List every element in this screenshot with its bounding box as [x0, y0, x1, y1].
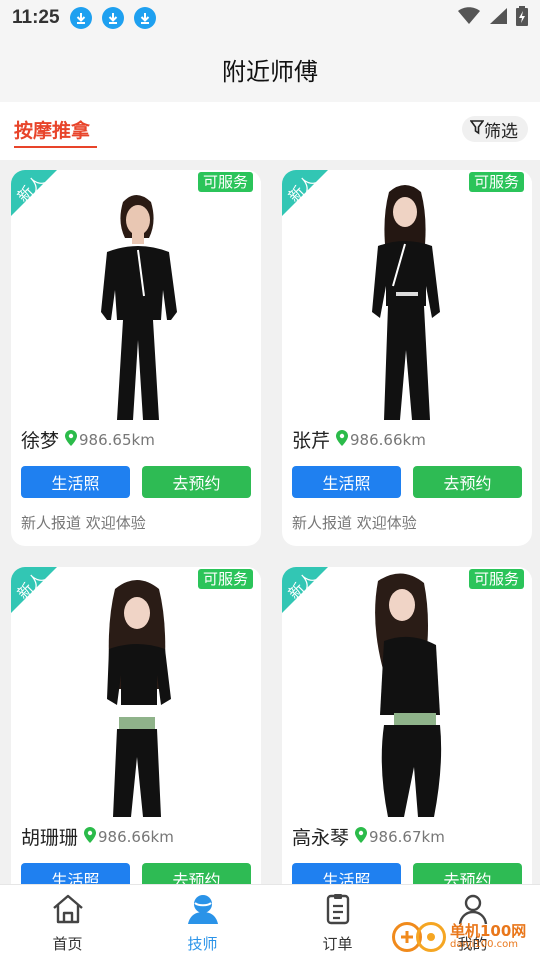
- location-pin-icon: [355, 826, 368, 847]
- life-photo-button[interactable]: 生活照: [292, 466, 401, 498]
- technician-photo[interactable]: 新人 可服务: [11, 170, 261, 420]
- technician-name-row: 胡珊珊 986.66km: [21, 823, 174, 850]
- technician-name-row: 高永琴 986.67km: [292, 823, 445, 850]
- technician-name: 徐梦: [21, 430, 60, 452]
- technician-card[interactable]: 新人 可服务 张芹 986.66km 生活照 去预约 新人报道 欢迎体验: [282, 170, 532, 546]
- technician-card[interactable]: 新人 可服务 徐梦 986.65km 生活照 去预约 新人报道 欢迎体验: [11, 170, 261, 546]
- wifi-icon: [458, 7, 480, 29]
- app-header: 附近师傅: [0, 36, 540, 102]
- technician-distance: 986.67km: [369, 827, 445, 846]
- nav-technician[interactable]: 技师: [135, 885, 270, 960]
- technician-name-row: 张芹 986.66km: [292, 426, 426, 453]
- page-title: 附近师傅: [222, 57, 318, 86]
- technician-photo[interactable]: 新人 可服务: [282, 170, 532, 420]
- watermark: 单机100网 danji100.com: [392, 914, 540, 960]
- category-tabbar: 按摩推拿 筛选: [0, 102, 540, 160]
- available-badge: 可服务: [468, 172, 524, 192]
- technician-photo[interactable]: 新人 可服务: [282, 567, 532, 817]
- available-badge: 可服务: [468, 569, 524, 589]
- download-notification-icon: [133, 7, 156, 29]
- technician-name: 张芹: [292, 430, 331, 452]
- home-icon: [51, 893, 85, 929]
- technician-name-row: 徐梦 986.65km: [21, 426, 155, 453]
- technician-description: 新人报道 欢迎体验: [292, 514, 417, 532]
- nav-orders-label: 订单: [322, 935, 353, 953]
- battery-icon: [516, 6, 528, 30]
- location-pin-icon: [84, 826, 97, 847]
- location-pin-icon: [65, 429, 78, 450]
- location-pin-icon: [336, 429, 349, 450]
- filter-button[interactable]: 筛选: [462, 116, 528, 142]
- tab-massage[interactable]: 按摩推拿: [14, 116, 90, 143]
- download-notification-icon: [69, 7, 92, 29]
- filter-label: 筛选: [484, 121, 518, 142]
- technician-name: 高永琴: [292, 827, 350, 849]
- nav-orders[interactable]: 订单: [270, 885, 405, 960]
- watermark-sub: danji100.com: [450, 939, 518, 950]
- tab-underline: [14, 146, 97, 148]
- nav-technician-label: 技师: [187, 935, 218, 953]
- nav-home[interactable]: 首页: [0, 885, 135, 960]
- available-badge: 可服务: [197, 569, 253, 589]
- available-badge: 可服务: [197, 172, 253, 192]
- watermark-logo-icon: [416, 922, 446, 952]
- download-notification-icon: [101, 7, 124, 29]
- status-time: 11:25: [12, 7, 60, 28]
- book-button[interactable]: 去预约: [142, 466, 251, 498]
- order-icon: [321, 893, 355, 929]
- nav-home-label: 首页: [52, 935, 83, 953]
- technician-distance: 986.66km: [350, 430, 426, 449]
- technician-distance: 986.65km: [79, 430, 155, 449]
- technician-name: 胡珊珊: [21, 827, 79, 849]
- status-bar: 11:25: [0, 0, 540, 36]
- technician-icon: [186, 893, 220, 929]
- technician-distance: 986.66km: [98, 827, 174, 846]
- watermark-text: 单机100网 danji100.com: [450, 923, 526, 951]
- book-button[interactable]: 去预约: [413, 466, 522, 498]
- filter-icon: [469, 119, 485, 140]
- life-photo-button[interactable]: 生活照: [21, 466, 130, 498]
- technician-photo[interactable]: 新人 可服务: [11, 567, 261, 817]
- watermark-main: 单机100网: [450, 922, 527, 940]
- technician-description: 新人报道 欢迎体验: [21, 514, 146, 532]
- cellular-signal-icon: [488, 7, 508, 29]
